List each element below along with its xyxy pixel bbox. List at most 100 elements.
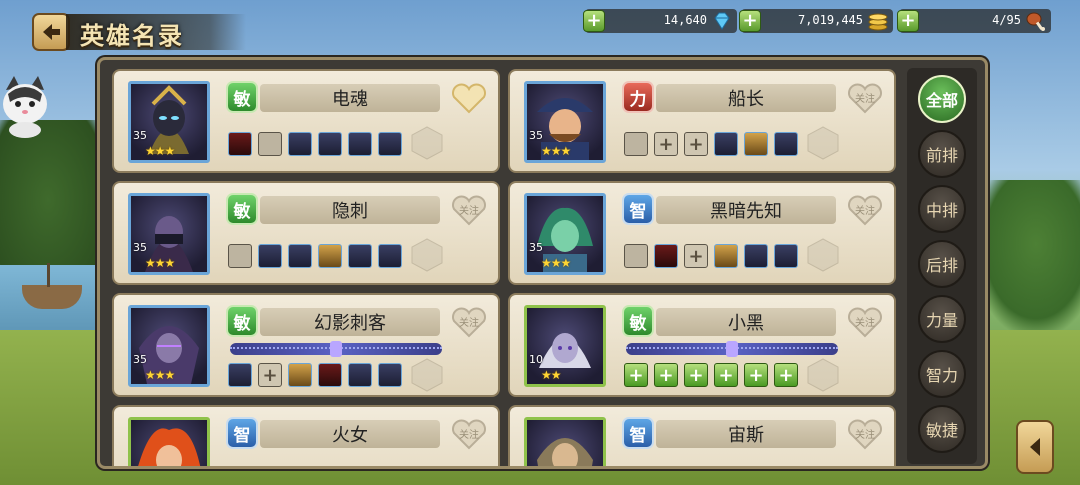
- attribute-badge: 智: [226, 417, 258, 449]
- equip-slot[interactable]: [624, 132, 648, 156]
- hero-name: 船长: [656, 84, 836, 112]
- hero-name: 隐刺: [260, 196, 440, 224]
- filter-back-button[interactable]: 后排: [918, 240, 966, 288]
- equip-slot[interactable]: +: [258, 363, 282, 387]
- hero-name: 幻影刺客: [260, 308, 440, 336]
- hero-portrait: 35 ★★★: [524, 81, 606, 163]
- equip-slot[interactable]: [774, 132, 798, 156]
- side-menu-toggle-button[interactable]: [1016, 420, 1054, 474]
- equip-slot[interactable]: [288, 244, 312, 268]
- equip-slot[interactable]: [228, 132, 252, 156]
- diamond-icon: [714, 12, 730, 30]
- filter-agility-button[interactable]: 敏捷: [918, 405, 966, 453]
- equip-slot[interactable]: [258, 132, 282, 156]
- equip-slot[interactable]: +: [774, 363, 798, 387]
- equip-slot[interactable]: +: [654, 363, 678, 387]
- hero-card-zhousi[interactable]: 智 宙斯 关注: [508, 405, 896, 466]
- rank-progress-bar: [230, 341, 442, 357]
- favorite-heart-button[interactable]: 关注: [846, 417, 884, 451]
- equip-slot[interactable]: [318, 132, 342, 156]
- diamond-resource: + 14,640: [583, 9, 737, 33]
- equip-slot[interactable]: [378, 244, 402, 268]
- upgrade-slot-icon: [807, 358, 839, 392]
- attribute-badge: 敏: [226, 305, 258, 337]
- equip-slot[interactable]: +: [684, 244, 708, 268]
- filter-strength-button[interactable]: 力量: [918, 295, 966, 343]
- equip-slot[interactable]: +: [654, 132, 678, 156]
- hero-card-heianxianzhi[interactable]: 35 ★★★ 智 黑暗先知 关注 +: [508, 181, 896, 285]
- equip-slot[interactable]: [288, 132, 312, 156]
- equipment-slots: +: [624, 244, 798, 268]
- equip-slot[interactable]: [228, 363, 252, 387]
- filter-front-button[interactable]: 前排: [918, 130, 966, 178]
- favorite-heart-button[interactable]: 关注: [450, 193, 488, 227]
- hero-card-huanyingcike[interactable]: 35 ★★★ 敏 幻影刺客 关注 +: [112, 293, 500, 397]
- upgrade-slot-icon: [411, 238, 443, 272]
- filter-middle-button[interactable]: 中排: [918, 185, 966, 233]
- equip-slot[interactable]: [288, 363, 312, 387]
- gold-count: 7,019,445: [797, 13, 863, 27]
- equip-slot[interactable]: [318, 363, 342, 387]
- hero-card-xiaohei[interactable]: 10 ★★ 敏 小黑 关注 + + + + + +: [508, 293, 896, 397]
- heart-icon: [452, 83, 486, 114]
- add-stamina-button[interactable]: +: [897, 10, 919, 32]
- hero-portrait: [524, 417, 606, 466]
- equip-slot[interactable]: +: [684, 132, 708, 156]
- favorite-heart-button[interactable]: [450, 81, 488, 115]
- equipment-slots: [228, 244, 402, 268]
- equip-slot[interactable]: [258, 244, 282, 268]
- hero-card-dianhun[interactable]: 35 ★★★ 敏 电魂: [112, 69, 500, 173]
- equip-slot[interactable]: [714, 132, 738, 156]
- equip-slot[interactable]: [348, 363, 372, 387]
- meat-drumstick-icon: [1026, 12, 1045, 31]
- favorite-heart-button[interactable]: 关注: [846, 81, 884, 115]
- favorite-heart-button[interactable]: 关注: [846, 305, 884, 339]
- hero-portrait: 35 ★★★: [128, 81, 210, 163]
- hero-name: 宙斯: [656, 420, 836, 448]
- hero-card-huonv[interactable]: 智 火女 关注: [112, 405, 500, 466]
- equip-slot[interactable]: [378, 363, 402, 387]
- equip-slot[interactable]: [624, 244, 648, 268]
- equip-slot[interactable]: [348, 132, 372, 156]
- cat-mascot-icon: [3, 76, 47, 138]
- equip-slot[interactable]: [744, 244, 768, 268]
- equip-slot[interactable]: [348, 244, 372, 268]
- upgrade-slot-icon: [807, 126, 839, 160]
- favorite-heart-button[interactable]: 关注: [450, 417, 488, 451]
- equip-slot[interactable]: +: [714, 363, 738, 387]
- equip-slot[interactable]: +: [624, 363, 648, 387]
- stamina-resource: + 4/95: [897, 9, 1051, 33]
- hero-card-chuanzhang[interactable]: 35 ★★★ 力 船长 关注 + +: [508, 69, 896, 173]
- hero-portrait: 10 ★★: [524, 305, 606, 387]
- page-title: 英雄名录: [80, 22, 184, 50]
- gold-coins-icon: [868, 13, 888, 31]
- hero-portrait: 35 ★★★: [524, 193, 606, 275]
- equip-slot[interactable]: [318, 244, 342, 268]
- hero-name: 火女: [260, 420, 440, 448]
- favorite-heart-button[interactable]: 关注: [846, 193, 884, 227]
- equip-slot[interactable]: [774, 244, 798, 268]
- hero-name: 小黑: [656, 308, 836, 336]
- chevron-left-icon: [1030, 438, 1040, 456]
- filter-intelligence-button[interactable]: 智力: [918, 350, 966, 398]
- equip-slot[interactable]: [714, 244, 738, 268]
- upgrade-slot-icon: [411, 358, 443, 392]
- attribute-badge: 敏: [226, 193, 258, 225]
- filter-sidebar: 全部 前排 中排 后排 力量 智力 敏捷: [907, 68, 977, 464]
- upgrade-slot-icon: [807, 238, 839, 272]
- equip-slot[interactable]: [744, 132, 768, 156]
- add-diamonds-button[interactable]: +: [583, 10, 605, 32]
- hero-portrait: 35 ★★★: [128, 305, 210, 387]
- equip-slot[interactable]: +: [744, 363, 768, 387]
- equip-slot[interactable]: [654, 244, 678, 268]
- equip-slot[interactable]: [228, 244, 252, 268]
- hero-name: 黑暗先知: [656, 196, 836, 224]
- equip-slot[interactable]: [378, 132, 402, 156]
- favorite-heart-button[interactable]: 关注: [450, 305, 488, 339]
- add-gold-button[interactable]: +: [739, 10, 761, 32]
- equip-slot[interactable]: +: [684, 363, 708, 387]
- filter-all-button[interactable]: 全部: [918, 75, 966, 123]
- hero-card-yinci[interactable]: 35 ★★★ 敏 隐刺 关注: [112, 181, 500, 285]
- equipment-slots: + +: [624, 132, 798, 156]
- back-button[interactable]: [32, 13, 70, 51]
